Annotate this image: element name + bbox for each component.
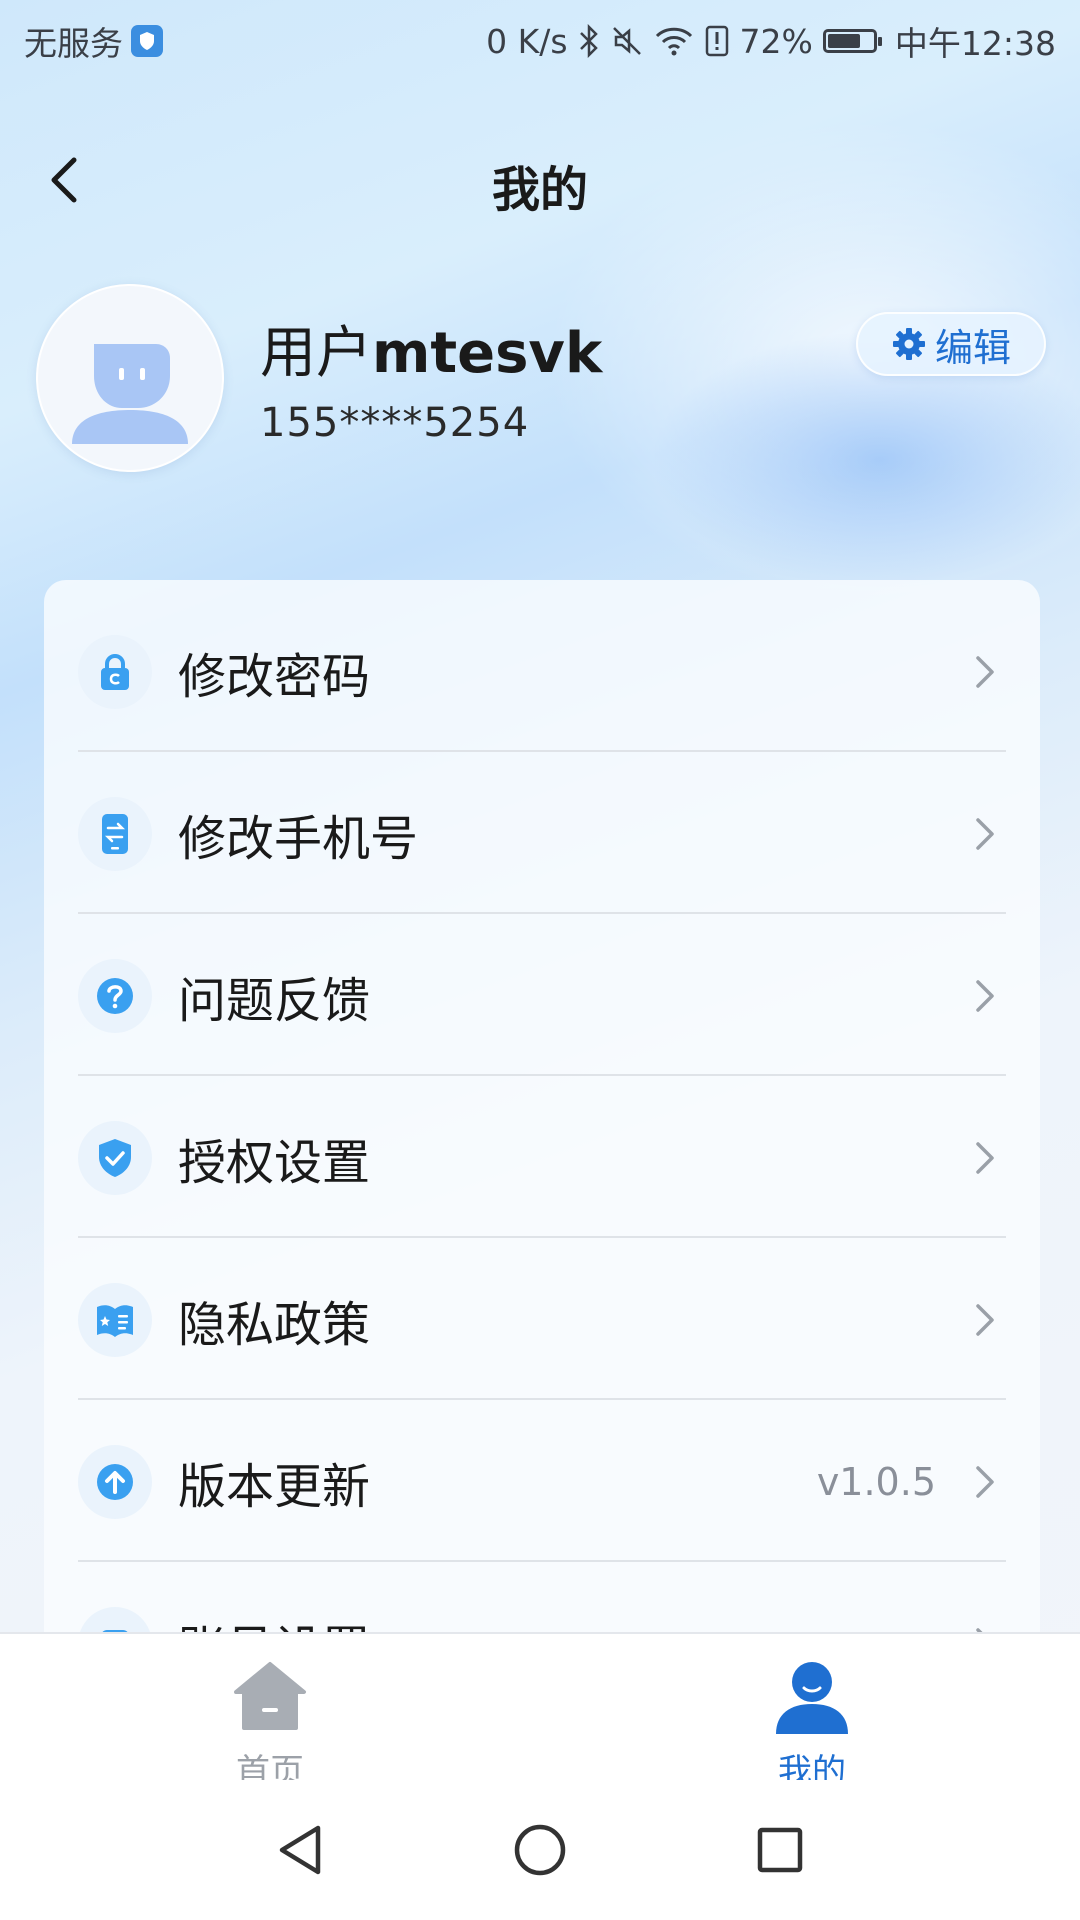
tab-home[interactable]: 首页 [170,1648,370,1792]
privacy-book-icon [78,1283,152,1357]
version-value: v1.0.5 [816,1460,936,1504]
shield-check-icon [78,1121,152,1195]
menu-item-label: 版本更新 [178,1459,371,1515]
chevron-right-icon [976,818,994,850]
username-prefix: 用户 [260,321,372,386]
username-id: mtesvk [372,321,603,386]
edit-label: 编辑 [934,325,1011,370]
lock-icon [78,635,152,709]
divider [78,1074,1006,1076]
security-shield-icon [131,25,163,57]
menu-item-label: 修改手机号 [178,811,419,867]
clock-text: 中午12:38 [894,24,1056,63]
question-icon [78,959,152,1033]
screen: 无服务 0 K/s 72% 中午12:38 我的 用户mtesvk 155***… [0,0,1080,1920]
menu-item-label: 问题反馈 [178,973,371,1029]
status-left: 无服务 [24,17,163,65]
divider [78,912,1006,914]
menu-item-feedback[interactable]: 问题反馈 [78,916,1006,1076]
bluetooth-icon [579,24,598,58]
menu-item-label: 隐私政策 [178,1297,371,1353]
divider [78,1236,1006,1238]
carrier-text: 无服务 [24,24,123,63]
menu-item-authorization[interactable]: 授权设置 [78,1078,1006,1238]
edit-profile-button[interactable]: 编辑 [856,312,1046,376]
chevron-right-icon [976,656,994,688]
system-navigation-bar [0,1780,1080,1920]
status-right: 0 K/s 72% 中午12:38 [486,17,1056,65]
wifi-icon [655,27,692,56]
tab-mine[interactable]: 我的 [712,1648,912,1792]
status-bar: 无服务 0 K/s 72% 中午12:38 [0,0,1080,76]
default-avatar-icon [38,286,222,470]
divider [78,1560,1006,1562]
battery-icon [822,29,882,53]
nav-home-circle-icon[interactable] [510,1820,570,1880]
avatar[interactable] [36,284,224,472]
chevron-right-icon [976,1142,994,1174]
menu-item-change-phone[interactable]: 修改手机号 [78,754,1006,914]
page-title: 我的 [491,162,588,218]
menu-item-privacy-policy[interactable]: 隐私政策 [78,1240,1006,1400]
settings-menu-card: 修改密码 修改手机号 问题反馈 授权设置 隐私政策 版本更新 v1.0.5 [44,580,1040,1740]
menu-item-label: 修改密码 [178,649,371,705]
mute-icon [612,27,641,55]
menu-item-label: 授权设置 [178,1135,371,1191]
battery-percent-text: 72% [739,21,813,61]
home-icon [234,1662,306,1730]
battery-level-fill [827,34,860,48]
menu-item-change-password[interactable]: 修改密码 [78,592,1006,752]
chevron-right-icon [976,980,994,1012]
phone-swap-icon [78,797,152,871]
nav-back-triangle-icon[interactable] [270,1820,330,1880]
gear-icon [892,328,925,360]
chevron-right-icon [976,1304,994,1336]
menu-item-version-update[interactable]: 版本更新 v1.0.5 [78,1402,1006,1562]
upload-arrow-icon [78,1445,152,1519]
user-icon [776,1662,848,1734]
bottom-tab-bar: 首页 我的 [0,1632,1080,1792]
net-speed-text: 0 K/s [486,21,568,61]
divider [78,1398,1006,1400]
chevron-right-icon [976,1466,994,1498]
alert-sim-icon [705,25,728,57]
nav-recents-square-icon[interactable] [750,1820,810,1880]
username: 用户mtesvk [260,308,602,389]
divider [78,750,1006,752]
phone-number: 155****5254 [260,400,530,446]
